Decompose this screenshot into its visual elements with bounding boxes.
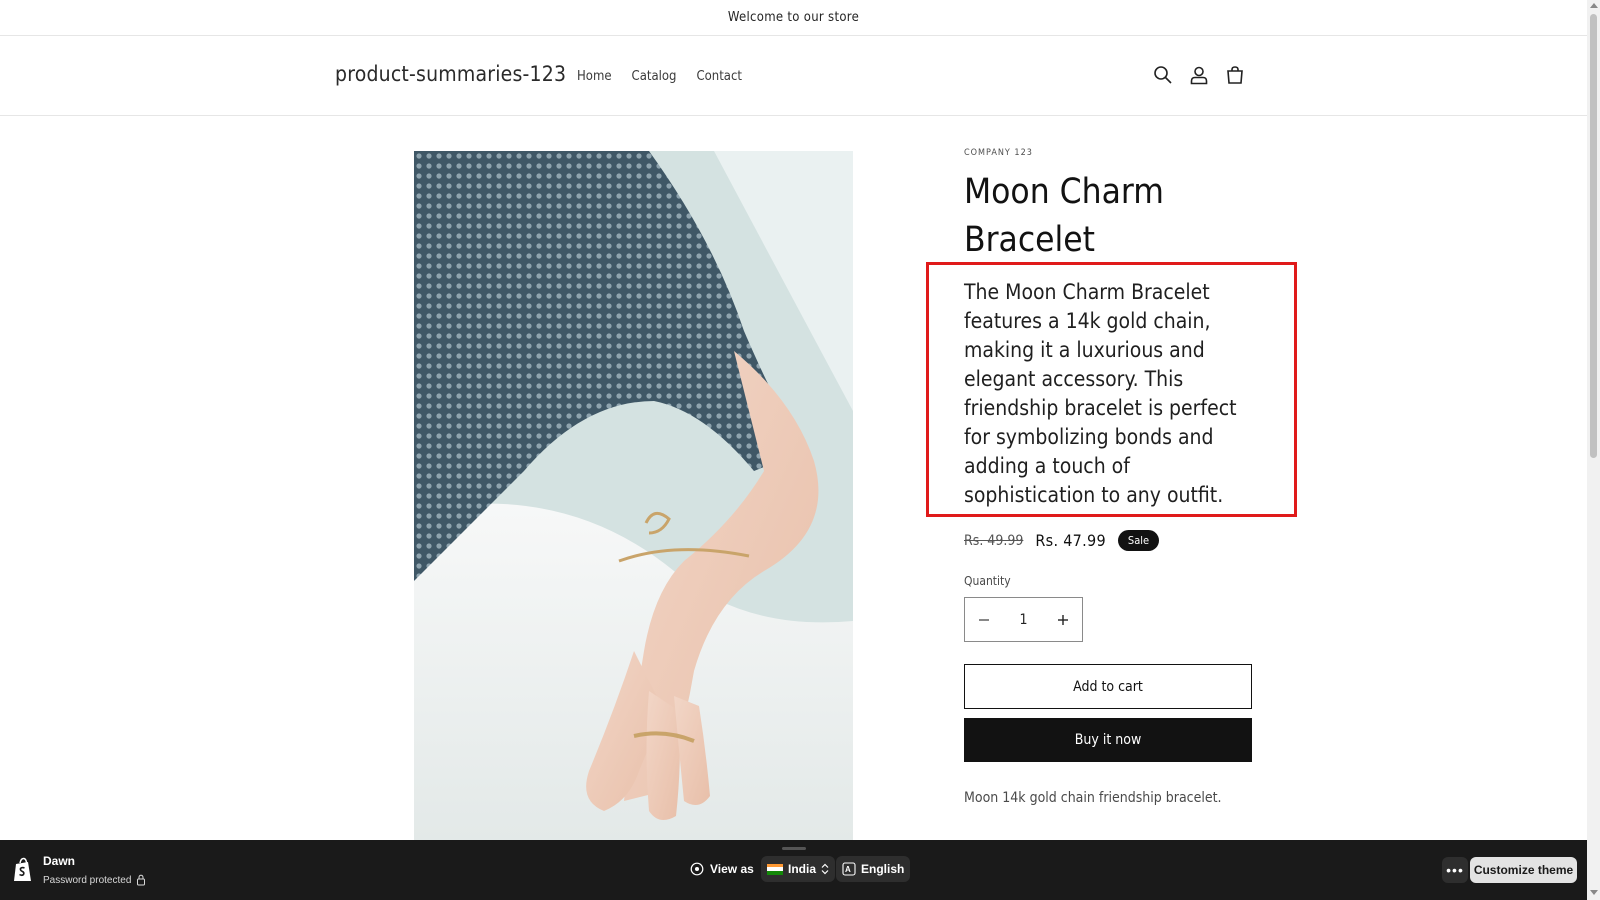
product-title-line-1: Moon Charm xyxy=(964,172,1164,212)
scroll-down-arrow-icon[interactable] xyxy=(1590,890,1598,895)
page-scrollbar[interactable] xyxy=(1587,0,1600,900)
quantity-label: Quantity xyxy=(964,574,1011,588)
eye-icon xyxy=(690,862,704,876)
account-icon[interactable] xyxy=(1188,64,1210,86)
language-label: English xyxy=(861,862,905,876)
scrollbar-thumb[interactable] xyxy=(1590,14,1597,458)
product-image[interactable] xyxy=(414,151,853,840)
quantity-increase-button[interactable] xyxy=(1044,598,1082,641)
search-icon[interactable] xyxy=(1152,64,1174,86)
buy-now-button[interactable]: Buy it now xyxy=(964,718,1252,762)
product-vendor: COMPANY 123 xyxy=(964,148,1033,158)
product-short-description: Moon 14k gold chain friendship bracelet. xyxy=(964,790,1222,806)
india-flag-icon xyxy=(767,863,783,875)
theme-name: Dawn xyxy=(43,854,76,868)
theme-preview-bar: Dawn Password protected View as India A … xyxy=(0,840,1587,900)
password-status: Password protected xyxy=(43,874,146,886)
chevron-updown-icon xyxy=(821,863,829,875)
quantity-input[interactable]: 1 xyxy=(1019,612,1027,628)
more-options-button[interactable]: ••• xyxy=(1442,857,1468,883)
quantity-stepper: 1 xyxy=(964,597,1083,642)
sale-badge: Sale xyxy=(1117,530,1160,551)
site-header: product-summaries-123 Home Catalog Conta… xyxy=(0,36,1587,116)
password-status-text: Password protected xyxy=(43,874,132,886)
view-as-button[interactable]: View as xyxy=(690,862,754,876)
language-select[interactable]: A English xyxy=(836,856,911,882)
country-select[interactable]: India xyxy=(761,856,836,882)
plus-icon xyxy=(1057,614,1068,625)
drag-handle[interactable] xyxy=(782,847,806,850)
view-as-label: View as xyxy=(710,862,754,876)
scroll-up-arrow-icon[interactable] xyxy=(1590,3,1598,8)
price-row: Rs. 49.99 Rs. 47.99 Sale xyxy=(964,530,1160,551)
add-to-cart-button[interactable]: Add to cart xyxy=(964,664,1252,709)
minus-icon xyxy=(979,618,989,621)
regular-price: Rs. 49.99 xyxy=(964,532,1024,549)
product-description: The Moon Charm Bracelet features a 14k g… xyxy=(964,280,1237,507)
header-icons xyxy=(1152,64,1246,86)
svg-text:A: A xyxy=(845,865,851,874)
announcement-bar: Welcome to our store xyxy=(0,0,1587,36)
nav-home[interactable]: Home xyxy=(577,69,612,84)
announcement-text: Welcome to our store xyxy=(727,10,860,25)
cart-icon[interactable] xyxy=(1224,64,1246,86)
nav-catalog[interactable]: Catalog xyxy=(632,69,677,84)
translate-icon: A xyxy=(842,862,856,876)
product-info: COMPANY 123 Moon Charm Bracelet xyxy=(964,148,1264,264)
product-title: Moon Charm Bracelet xyxy=(964,168,1264,264)
quantity-decrease-button[interactable] xyxy=(965,598,1003,641)
product-title-line-2: Bracelet xyxy=(964,220,1095,260)
customize-theme-button[interactable]: Customize theme xyxy=(1470,857,1577,883)
store-logo[interactable]: product-summaries-123 xyxy=(335,62,566,86)
lock-icon xyxy=(137,874,146,886)
main-nav: Home Catalog Contact xyxy=(577,69,742,84)
sale-price: Rs. 47.99 xyxy=(1035,531,1106,550)
nav-contact[interactable]: Contact xyxy=(696,69,742,84)
shopify-logo-icon xyxy=(12,857,34,883)
country-label: India xyxy=(788,862,817,876)
